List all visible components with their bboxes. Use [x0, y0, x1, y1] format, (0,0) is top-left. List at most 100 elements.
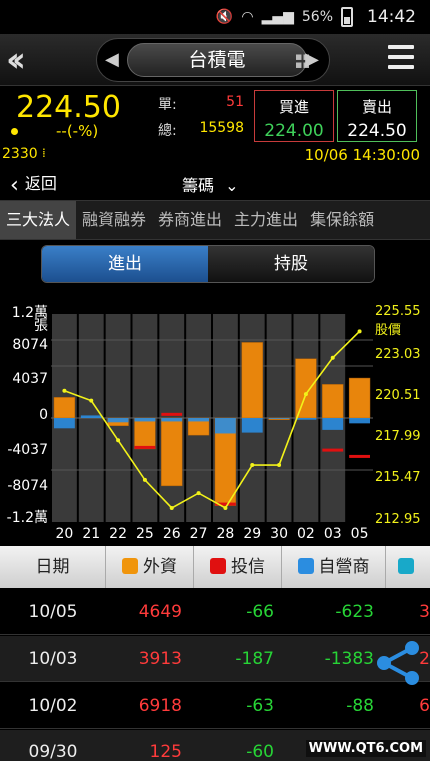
row-extra: 3 — [419, 602, 430, 622]
price-point — [277, 463, 282, 468]
x-axis-label: 20 — [56, 526, 74, 542]
flow-holding-toggle: 進出 持股 — [41, 245, 375, 283]
left-axis-label: 8074 — [12, 337, 48, 353]
header-dealer-label: 自營商 — [318, 557, 370, 577]
row-foreign: 125 — [149, 742, 182, 761]
chips-dropdown[interactable]: 籌碼 ⌄ — [182, 172, 239, 196]
bar-dealer — [134, 418, 156, 422]
bar-dealer — [295, 418, 317, 420]
hamburger-menu-icon[interactable] — [388, 45, 414, 73]
institutional-chart: 1.2萬張807440370-4037-8074-1.2萬225.55股價223… — [7, 304, 421, 542]
back-button[interactable]: ‹ 返回 — [10, 170, 57, 198]
wifi-icon: ◠ — [241, 9, 254, 25]
prev-stock-icon[interactable]: ◀ — [105, 49, 119, 70]
right-axis-label: 220.51 — [375, 388, 421, 403]
bar-trust — [134, 445, 156, 449]
right-axis-label: 215.47 — [375, 470, 421, 485]
left-axis-label: -4037 — [7, 442, 48, 458]
row-foreign: 4649 — [138, 602, 182, 622]
clock: 14:42 — [367, 7, 416, 27]
quote-panel: 224.50 --(-%) 單: 51 總: 15598 買進 224.00 賣… — [0, 86, 430, 168]
right-axis-label: 股價 — [375, 323, 401, 338]
x-axis-label: 26 — [163, 526, 181, 542]
header-extra[interactable] — [386, 546, 430, 588]
bar-trust — [322, 448, 344, 452]
tab-bar: 三大法人 融資融券 券商進出 主力進出 集保餘額 — [0, 200, 430, 240]
row-date: 09/30 — [28, 742, 78, 761]
row-trust: -66 — [246, 602, 274, 622]
up-down-icon[interactable]: ⁞ — [42, 146, 46, 160]
sell-label: 賣出 — [361, 98, 392, 116]
table-header: 日期 外資 投信 自營商 — [0, 546, 430, 588]
left-axis-label: 張 — [34, 318, 48, 334]
right-axis-label: 223.03 — [375, 347, 421, 362]
left-axis-label: -8074 — [7, 478, 48, 494]
dots-icon[interactable]: ▪▪ ▪▪ — [295, 51, 310, 70]
bar-foreign — [161, 417, 183, 487]
foreign-swatch-icon — [122, 558, 138, 574]
row-foreign: 3913 — [138, 649, 182, 669]
row-date: 10/03 — [28, 649, 78, 669]
x-axis-label: 27 — [190, 526, 208, 542]
total-volume-label: 總: — [158, 123, 177, 139]
holding-toggle-button[interactable]: 持股 — [208, 246, 374, 282]
price-point — [142, 477, 147, 482]
bar-foreign — [295, 358, 317, 419]
tab-margin[interactable]: 融資融券 — [76, 201, 152, 239]
battery-percent: 56% — [301, 9, 333, 25]
quote-datetime: 10/06 14:30:00 — [304, 146, 420, 164]
next-stock-icon[interactable]: ▶ — [305, 49, 319, 70]
tab-custody[interactable]: 集保餘額 — [304, 201, 380, 239]
table-row[interactable]: 10/02 6918 -63 -88 6 — [0, 683, 430, 729]
row-foreign: 6918 — [138, 696, 182, 716]
bar-dealer — [188, 418, 209, 422]
bar-trust — [161, 412, 183, 416]
battery-icon — [341, 7, 353, 27]
row-dealer: -623 — [335, 602, 374, 622]
table-row[interactable]: 10/05 4649 -66 -623 3 — [0, 589, 430, 635]
signal-icon: ▂▄▆ — [261, 9, 294, 25]
bar-foreign — [134, 417, 156, 450]
flow-toggle-button[interactable]: 進出 — [42, 246, 208, 282]
stock-code: 2330 — [2, 146, 38, 162]
header-date[interactable]: 日期 — [0, 546, 106, 588]
share-icon[interactable] — [374, 638, 424, 688]
header-dealer[interactable]: 自營商 — [282, 546, 386, 588]
tab-brokers[interactable]: 券商進出 — [152, 201, 228, 239]
x-axis-label: 29 — [243, 526, 261, 542]
left-axis-label: 0 — [39, 407, 48, 423]
row-date: 10/05 — [28, 602, 78, 622]
extra-swatch-icon — [397, 558, 414, 574]
mute-icon: 🔇 — [215, 9, 234, 25]
total-volume-value: 15598 — [199, 120, 244, 136]
buy-box[interactable]: 買進 224.00 — [254, 90, 334, 142]
bar-foreign — [348, 377, 371, 419]
tab-institutional[interactable]: 三大法人 — [0, 201, 77, 239]
double-chevron-left-icon[interactable]: ‹‹ — [6, 40, 46, 80]
sell-box[interactable]: 賣出 224.50 — [337, 90, 417, 142]
stock-name-button[interactable]: 台積電 — [127, 43, 307, 77]
tab-major-players[interactable]: 主力進出 — [228, 201, 304, 239]
price-point — [89, 398, 94, 403]
header-foreign-label: 外資 — [143, 557, 177, 577]
last-price: 224.50 — [16, 90, 121, 125]
price-point — [250, 463, 255, 468]
title-bar: ‹‹ ◀ 台積電 ▪▪ ▪▪ ▶ — [0, 34, 430, 86]
bar-foreign — [241, 342, 263, 419]
price-point — [62, 388, 67, 393]
dealer-swatch-icon — [297, 558, 314, 574]
table-row[interactable]: 10/03 3913 -187 -1383 2 — [0, 636, 430, 682]
x-axis-label: 28 — [217, 526, 235, 542]
row-dealer: -88 — [346, 696, 374, 716]
right-axis-label: 212.95 — [375, 512, 421, 527]
chevron-left-icon: ‹ — [10, 173, 19, 198]
price-point — [169, 505, 174, 510]
price-point — [223, 505, 228, 510]
watermark: WWW.QT6.COM — [305, 740, 426, 757]
header-foreign[interactable]: 外資 — [106, 546, 194, 588]
right-axis-label: 225.55 — [375, 304, 421, 319]
price-point — [330, 355, 335, 360]
buy-value: 224.00 — [264, 121, 324, 141]
row-extra: 6 — [419, 696, 430, 716]
header-trust[interactable]: 投信 — [194, 546, 282, 588]
